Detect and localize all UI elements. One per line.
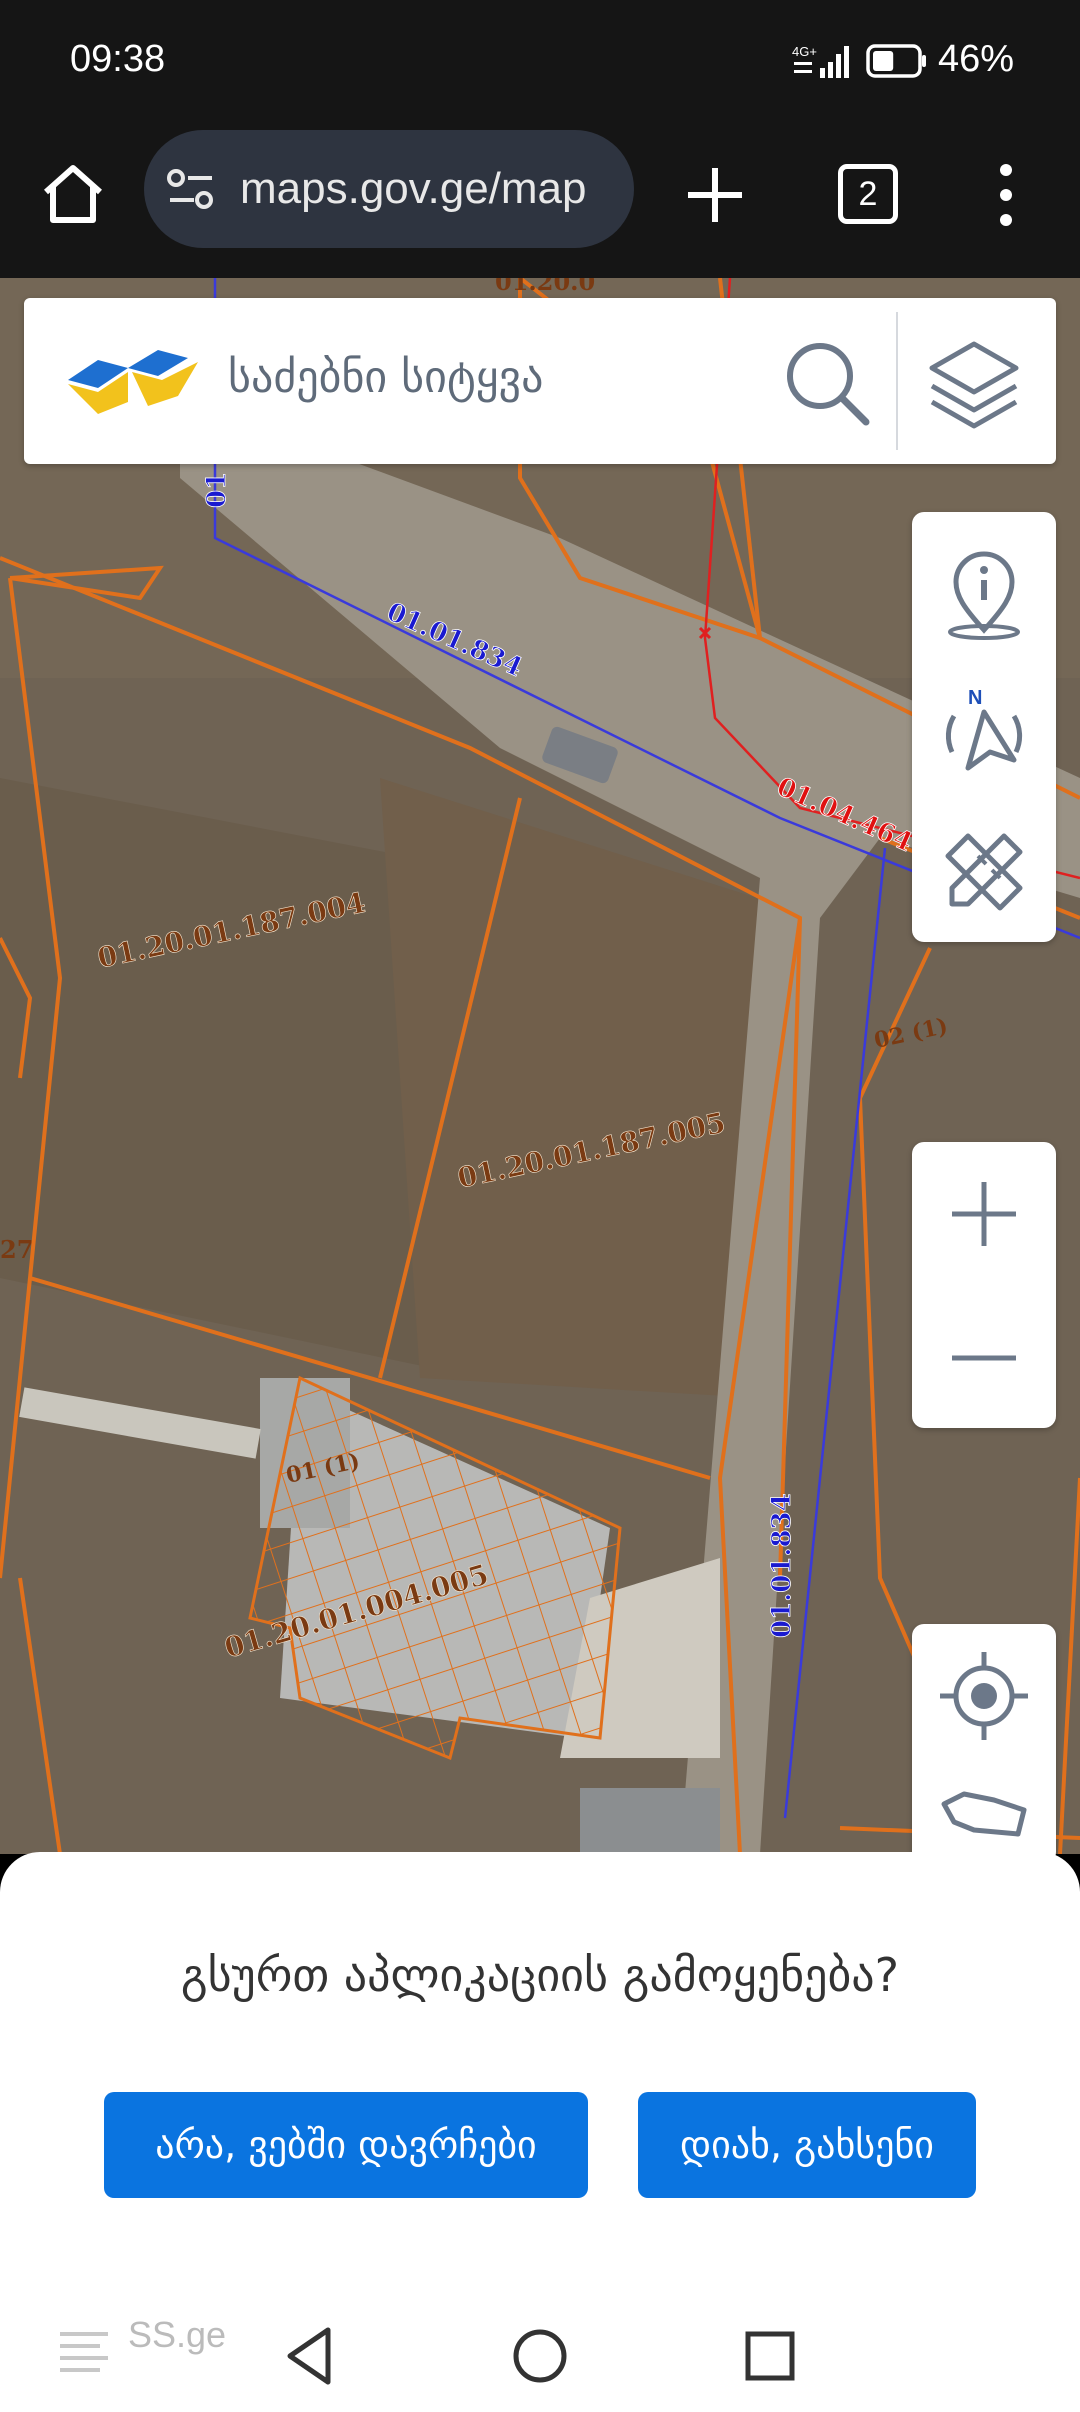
back-icon[interactable]: [276, 2320, 348, 2392]
network-type: 4G+: [792, 44, 817, 59]
url-text: maps.gov.ge/map: [240, 164, 587, 213]
divider: [896, 312, 898, 450]
compass-icon[interactable]: N: [934, 682, 1034, 782]
tab-switcher-button[interactable]: 2: [838, 164, 898, 224]
measure-icon[interactable]: [934, 822, 1034, 922]
zoom-panel: [912, 1142, 1056, 1428]
zoom-out-icon[interactable]: [934, 1308, 1034, 1408]
search-icon[interactable]: [782, 338, 872, 428]
recent-apps-icon[interactable]: [734, 2320, 806, 2392]
more-menu-icon[interactable]: [986, 158, 1026, 232]
system-nav-bar: SS.ge: [0, 2292, 1080, 2412]
road-label: 01: [202, 472, 232, 508]
new-tab-icon[interactable]: [678, 158, 752, 232]
battery-percent: 46%: [938, 38, 1015, 80]
signal-icon: 4G+: [792, 44, 849, 78]
map-search-bar: საძებნი სიტყვა: [24, 298, 1056, 464]
clock: 09:38: [70, 38, 166, 80]
parcel-label: 27: [0, 1235, 33, 1264]
napr-logo-icon: [68, 350, 198, 414]
my-location-icon[interactable]: [934, 1646, 1034, 1746]
home-circle-icon[interactable]: [504, 2320, 576, 2392]
battery-icon: [866, 44, 926, 78]
site-settings-icon[interactable]: [166, 168, 216, 212]
open-app-question: გსურთ აპლიკაციის გამოყენება?: [180, 1948, 900, 2002]
open-app-sheet: გსურთ აპლიკაციის გამოყენება? არა, ვებში …: [0, 1852, 1080, 2292]
zoom-in-icon[interactable]: [934, 1164, 1034, 1264]
map-tools-panel: N: [912, 512, 1056, 942]
parcel-label: 01.20.0: [495, 278, 595, 296]
road-label: 01.01.834: [767, 1493, 797, 1638]
address-bar[interactable]: maps.gov.ge/map: [144, 130, 634, 248]
watermark-text: SS.ge: [128, 2314, 227, 2355]
status-bar: 09:38 4G+ 46%: [0, 0, 1080, 122]
compass-north-label: N: [968, 687, 982, 709]
location-panel: [912, 1624, 1056, 1864]
info-icon[interactable]: [934, 542, 1034, 642]
search-input[interactable]: საძებნი სიტყვა: [228, 352, 543, 403]
layers-icon[interactable]: [924, 332, 1024, 432]
stay-in-web-button[interactable]: არა, ვებში დავრჩები: [104, 2092, 588, 2198]
home-icon[interactable]: [38, 160, 108, 230]
open-app-button[interactable]: დიახ, გახსენი: [638, 2092, 976, 2198]
browser-toolbar: maps.gov.ge/map 2: [0, 122, 1080, 278]
